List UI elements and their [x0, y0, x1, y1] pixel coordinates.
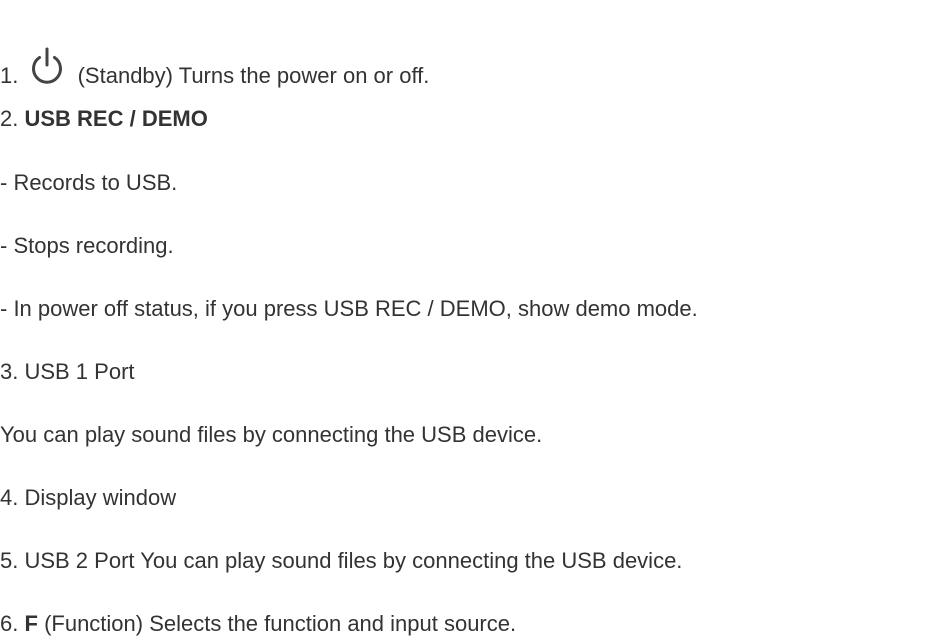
item-text: (Standby) Turns the power on or off.: [77, 63, 430, 88]
item-function: 6. F (Function) Selects the function and…: [0, 611, 516, 637]
item-text: (Function) Selects the function and inpu…: [44, 611, 517, 636]
item-number: 2.: [0, 106, 19, 131]
bullet-demo: - In power off status, if you press USB …: [0, 296, 698, 321]
item-power: 1. (Standby) Turns the power on or off.: [0, 47, 429, 89]
item-usb2-title: 5. USB 2 Port You can play sound files b…: [0, 548, 683, 573]
item-usb1-title: 3. USB 1 Port: [0, 359, 135, 384]
bullet-stops: - Stops recording.: [0, 233, 174, 258]
bullet-records: - Records to USB.: [0, 170, 178, 195]
item-usb-rec: 2. USB REC / DEMO: [0, 106, 208, 132]
item-display-title: 4. Display window: [0, 485, 177, 510]
usb-rec-label: USB REC / DEMO: [24, 106, 208, 131]
item-usb1-description: You can play sound files by connecting t…: [0, 422, 543, 447]
item-number: 6.: [0, 611, 19, 636]
power-standby-icon: [27, 47, 67, 87]
function-label: F: [24, 611, 38, 636]
item-number: 1.: [0, 63, 19, 88]
